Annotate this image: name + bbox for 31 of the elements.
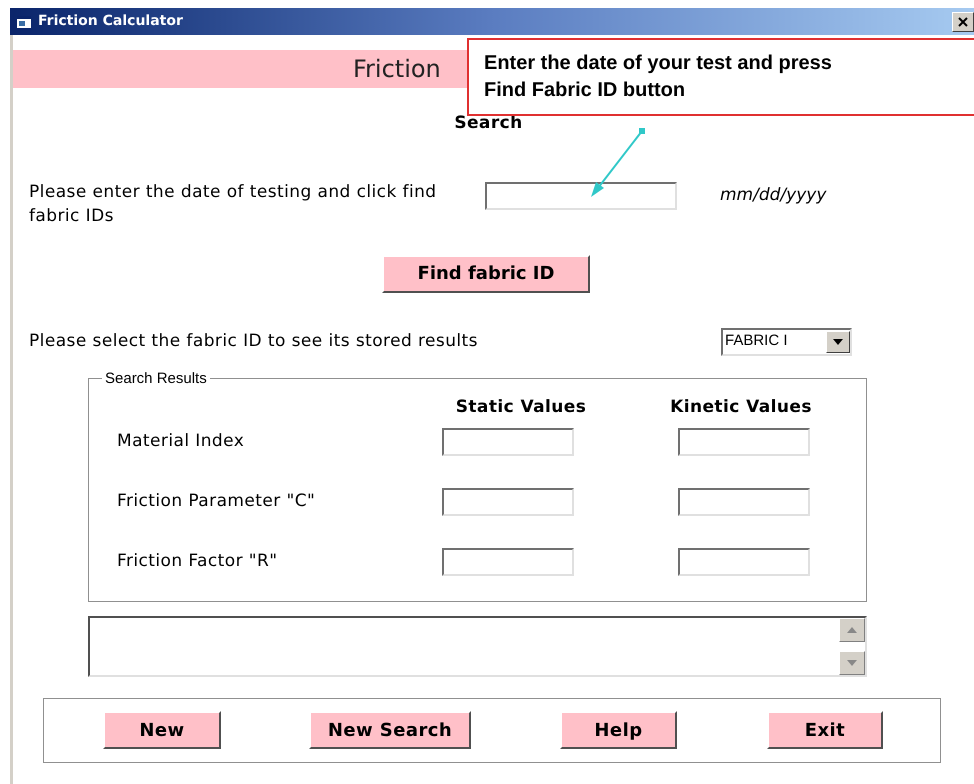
scroll-down-icon[interactable]	[839, 650, 865, 674]
value-field[interactable]	[442, 428, 574, 456]
dropdown-caret-icon	[826, 330, 850, 352]
scroll-up-icon[interactable]	[839, 618, 865, 642]
window-title: Friction Calculator	[38, 12, 183, 31]
close-button[interactable]	[952, 12, 974, 32]
action-button[interactable]: New Search	[309, 711, 471, 749]
format-hint: mm/dd/yyyy	[720, 184, 826, 206]
close-icon	[958, 16, 968, 26]
header-title: Friction	[353, 54, 441, 85]
prompt-text: Please enter the date of testing and click find fabric IDs	[29, 180, 438, 228]
fabric-dropdown[interactable]: FABRIC I	[721, 328, 852, 356]
find-fabric-button[interactable]: Find fabric ID	[382, 254, 590, 292]
value-field[interactable]	[678, 548, 810, 576]
action-button[interactable]: Exit	[767, 711, 883, 749]
value-field[interactable]	[442, 548, 574, 576]
row-label: Material Index	[117, 430, 246, 454]
value-field[interactable]	[678, 428, 810, 456]
value-field[interactable]	[678, 488, 810, 516]
column-heading: Kinetic Values	[669, 396, 813, 418]
callout: Enter the date of your test and press Find Fabric ID button	[467, 38, 974, 116]
notes-box[interactable]	[88, 616, 867, 676]
app-icon	[16, 14, 32, 28]
column-heading: Static Values	[454, 396, 588, 418]
action-button[interactable]: New	[103, 711, 221, 749]
select-prompt: Please select the fabric ID to see its stored results	[29, 330, 479, 353]
value-field[interactable]	[442, 488, 574, 516]
row-label: Friction Parameter "C"	[117, 490, 316, 514]
row-label: Friction Factor "R"	[117, 550, 279, 574]
action-button[interactable]: Help	[560, 711, 677, 749]
date-field[interactable]	[485, 182, 677, 210]
